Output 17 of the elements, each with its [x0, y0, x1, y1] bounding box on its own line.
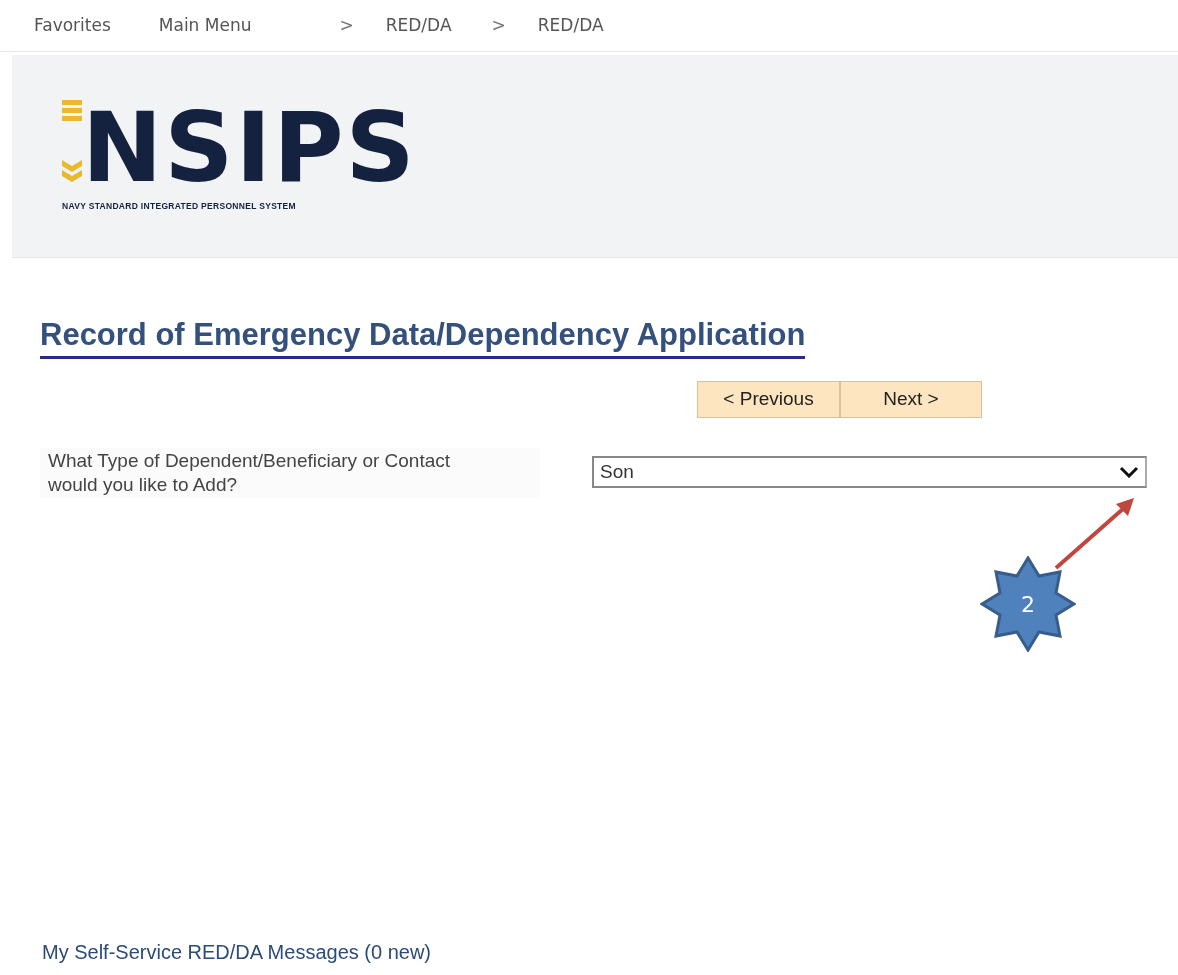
messages-link[interactable]: My Self-Service RED/DA Messages (0 new) [42, 937, 431, 967]
chevron-down-icon [1119, 466, 1139, 478]
logo-tagline: NAVY STANDARD INTEGRATED PERSONNEL SYSTEM [62, 199, 297, 213]
breadcrumb-separator: > [339, 13, 354, 37]
breadcrumb-separator: > [491, 13, 506, 37]
question-label: What Type of Dependent/Beneficiary or Contact would you like to Add? [40, 448, 540, 498]
next-button[interactable]: Next > [840, 381, 982, 418]
nav-link[interactable]: RED/DA [385, 12, 452, 39]
nav-link[interactable]: RED/DA [537, 12, 604, 39]
page-title: Record of Emergency Data/Dependency Application [40, 316, 806, 359]
dropdown-value: Son [600, 459, 634, 484]
nav-link[interactable]: Main Menu [158, 12, 252, 39]
callout-number: 2 [1021, 590, 1035, 619]
dependent-type-dropdown[interactable]: Son [592, 456, 1147, 488]
logo-wordmark: NSIPS [82, 105, 417, 190]
nav-link[interactable]: Favorites [34, 12, 111, 39]
previous-button[interactable]: < Previous [697, 381, 840, 418]
